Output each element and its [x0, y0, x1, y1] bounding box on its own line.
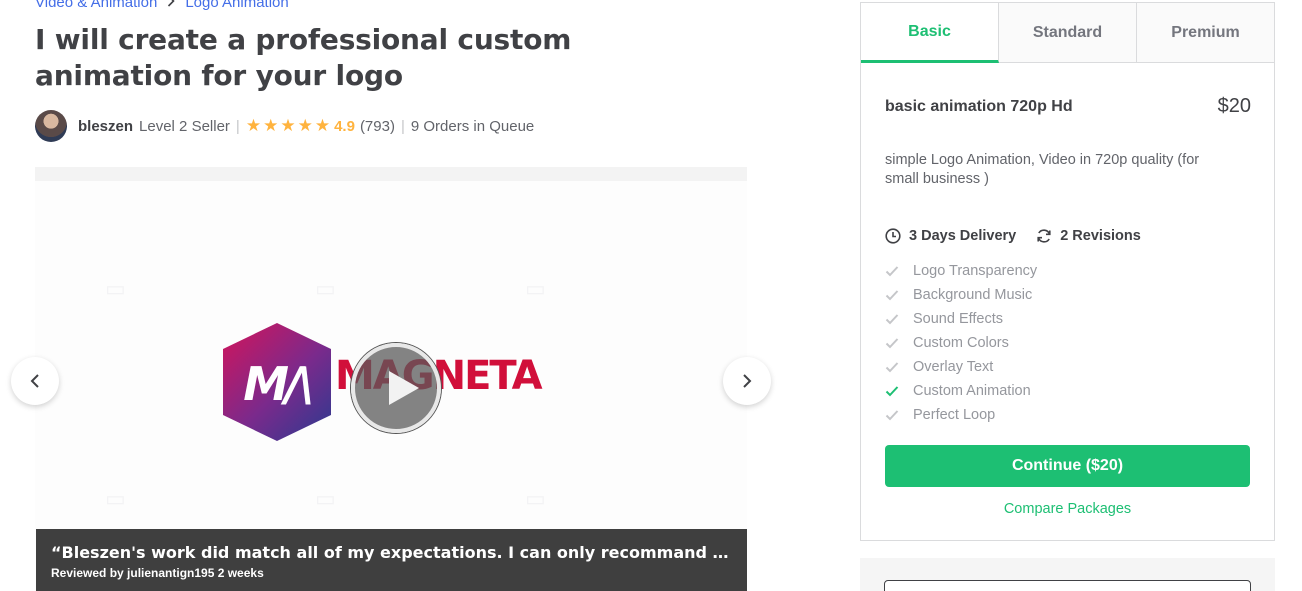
review-meta: Reviewed by julienantign195 2 weeks — [51, 566, 264, 580]
feature-list: Logo Transparency Background Music Sound E… — [885, 259, 1037, 427]
package-name: basic animation 720p Hd — [885, 97, 1073, 115]
package-card: Basic Standard Premium basic animation 7… — [860, 2, 1275, 541]
breadcrumb: Video & Animation Logo Animation — [35, 0, 289, 11]
rating-count[interactable]: (793) — [360, 118, 395, 135]
watermark: ▭ — [315, 487, 336, 512]
tab-basic[interactable]: Basic — [861, 3, 999, 63]
seller-level: Level 2 Seller — [139, 117, 230, 135]
orders-in-queue: 9 Orders in Queue — [410, 117, 535, 135]
feature-item: Custom Animation — [885, 379, 1037, 403]
refresh-icon — [1037, 229, 1051, 243]
star-icon: ★ — [263, 116, 279, 135]
feature-label: Overlay Text — [913, 359, 994, 375]
review-snippet[interactable]: “Bleszen's work did match all of my expe… — [36, 529, 747, 591]
divider: | — [400, 117, 405, 135]
watermark: ▭ — [525, 487, 546, 512]
feature-label: Custom Colors — [913, 335, 1009, 351]
check-icon — [885, 265, 901, 277]
gig-title: I will create a professional custom anim… — [35, 23, 572, 92]
package-description: simple Logo Animation, Video in 720p qua… — [885, 152, 1200, 187]
logo-mark: M/\ — [243, 357, 314, 411]
package-header: basic animation 720p Hd $20 — [885, 95, 1251, 118]
feature-label: Sound Effects — [913, 311, 1004, 327]
gig-gallery[interactable]: ▭ ▭ ▭ ▭ ▭ ▭ M/\ MAGNETA “Bleszen's work … — [35, 167, 747, 591]
seller-name[interactable]: bleszen — [78, 118, 133, 135]
star-icon: ★ — [297, 116, 313, 135]
watermark: ▭ — [525, 277, 546, 302]
delivery-time: 3 Days Delivery — [885, 228, 1016, 244]
feature-item: Background Music — [885, 283, 1037, 307]
feature-item: Logo Transparency — [885, 259, 1037, 283]
revisions-label: 2 Revisions — [1060, 228, 1141, 244]
watermark: ▭ — [105, 487, 126, 512]
revisions: 2 Revisions — [1036, 228, 1141, 244]
contact-card — [860, 558, 1275, 591]
feature-item: Overlay Text — [885, 355, 1037, 379]
check-icon — [885, 337, 901, 349]
clock-icon — [885, 228, 901, 244]
contact-seller-button[interactable] — [884, 580, 1251, 591]
seller-overview: bleszen Level 2 Seller | ★ ★ ★ ★ ★ 4.9 (… — [35, 110, 534, 142]
feature-item: Perfect Loop — [885, 403, 1037, 427]
feature-item: Sound Effects — [885, 307, 1037, 331]
star-icon: ★ — [245, 116, 262, 135]
watermark: ▭ — [315, 277, 336, 302]
check-icon — [885, 289, 901, 301]
check-icon — [885, 313, 901, 325]
chevron-right-icon — [167, 0, 175, 10]
compare-packages-link[interactable]: Compare Packages — [861, 501, 1274, 517]
check-icon — [885, 361, 901, 373]
star-icon: ★ — [280, 116, 296, 135]
feature-label: Background Music — [913, 287, 1033, 303]
package-tabs: Basic Standard Premium — [861, 3, 1274, 63]
rating-score: 4.9 — [334, 117, 355, 135]
feature-label: Perfect Loop — [913, 407, 996, 423]
feature-label: Logo Transparency — [913, 263, 1038, 279]
chevron-left-icon — [30, 374, 39, 388]
seller-avatar[interactable] — [35, 110, 67, 142]
breadcrumb-subcategory[interactable]: Logo Animation — [185, 0, 288, 11]
gallery-topbar — [35, 167, 747, 181]
feature-label: Custom Animation — [913, 383, 1031, 399]
gallery-next-button[interactable] — [723, 357, 771, 405]
tab-premium[interactable]: Premium — [1137, 3, 1274, 62]
feature-item: Custom Colors — [885, 331, 1037, 355]
tab-standard[interactable]: Standard — [999, 3, 1137, 62]
star-rating: ★ ★ ★ ★ ★ — [246, 116, 330, 136]
play-video-button[interactable] — [351, 343, 441, 433]
chevron-right-icon — [743, 374, 752, 388]
continue-button[interactable]: Continue ($20) — [885, 445, 1250, 487]
gallery-prev-button[interactable] — [11, 357, 59, 405]
check-icon — [885, 385, 901, 397]
divider: | — [235, 117, 240, 135]
star-icon: ★ — [314, 116, 331, 135]
package-price: $20 — [1217, 95, 1251, 117]
review-quote: “Bleszen's work did match all of my expe… — [51, 543, 732, 562]
play-icon — [389, 371, 419, 405]
check-icon — [885, 409, 901, 421]
package-meta: 3 Days Delivery 2 Revisions — [885, 228, 1141, 244]
watermark: ▭ — [105, 277, 126, 302]
delivery-label: 3 Days Delivery — [909, 228, 1017, 244]
breadcrumb-category[interactable]: Video & Animation — [35, 0, 157, 11]
